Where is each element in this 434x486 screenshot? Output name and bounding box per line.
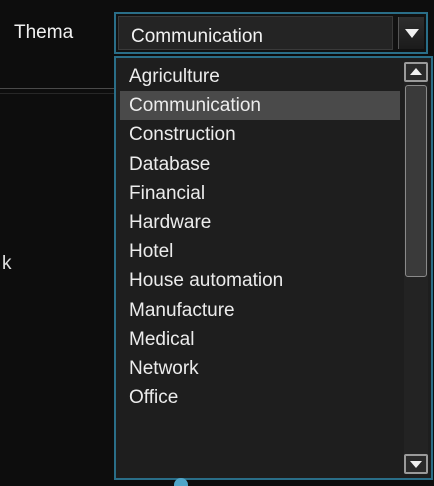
scroll-thumb[interactable] bbox=[405, 85, 427, 277]
dropdown-option[interactable]: Hardware bbox=[120, 208, 400, 237]
dropdown-option[interactable]: Database bbox=[120, 150, 400, 179]
dropdown-option[interactable]: Network bbox=[120, 354, 400, 383]
dropdown-option[interactable]: Agriculture bbox=[120, 62, 400, 91]
combobox-selected-value: Communication bbox=[131, 26, 263, 47]
dropdown-option[interactable]: Financial bbox=[120, 179, 400, 208]
dropdown-option[interactable]: Manufacture bbox=[120, 296, 400, 325]
scroll-down-button[interactable] bbox=[404, 454, 428, 474]
slider-handle-fragment[interactable] bbox=[174, 478, 188, 486]
dropdown-option[interactable]: Communication bbox=[120, 91, 400, 121]
chevron-down-icon bbox=[405, 29, 419, 38]
thema-combobox-field[interactable]: Communication bbox=[118, 16, 393, 50]
background-divider-secondary bbox=[0, 93, 118, 94]
combobox-toggle-button[interactable] bbox=[398, 17, 424, 49]
dropdown-option[interactable]: Construction bbox=[120, 120, 400, 149]
background-divider bbox=[0, 88, 120, 89]
dropdown-option[interactable]: House automation bbox=[120, 266, 400, 295]
scroll-track[interactable] bbox=[404, 82, 428, 454]
option-list: Agriculture Communication Construction Data… bbox=[120, 62, 400, 412]
arrow-up-icon bbox=[410, 68, 422, 75]
thema-dropdown-list: Agriculture Communication Construction Data… bbox=[114, 56, 433, 480]
dropdown-option[interactable]: Hotel bbox=[120, 237, 400, 266]
dropdown-scrollbar[interactable] bbox=[404, 62, 428, 474]
arrow-down-icon bbox=[410, 461, 422, 468]
background-text-fragment: k bbox=[2, 253, 12, 274]
dropdown-option[interactable]: Office bbox=[120, 383, 400, 412]
scroll-up-button[interactable] bbox=[404, 62, 428, 82]
dropdown-option[interactable]: Medical bbox=[120, 325, 400, 354]
thema-label: Thema bbox=[14, 22, 74, 43]
thema-combobox[interactable]: Communication bbox=[114, 12, 428, 54]
